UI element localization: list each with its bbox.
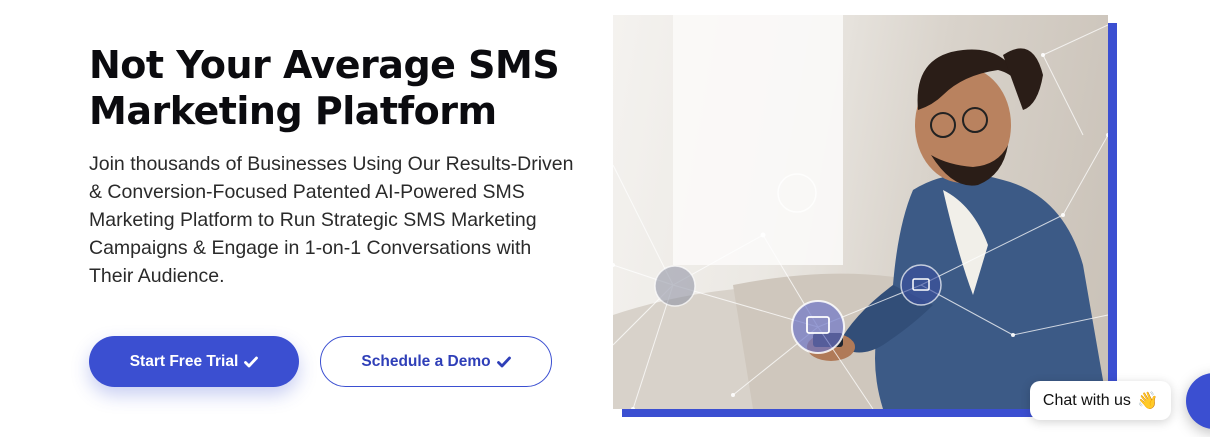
hero-subtitle: Join thousands of Businesses Using Our R… [89,153,574,287]
hero-title: Not Your Average SMS Marketing Platform [89,43,560,133]
schedule-demo-button[interactable]: Schedule a Demo [320,336,552,387]
hero-photo [613,15,1108,409]
waving-hand-icon: 👋 [1136,390,1159,410]
chat-launcher-button[interactable] [1186,373,1210,429]
check-icon [496,356,511,368]
check-icon [244,356,259,368]
start-free-trial-label: Start Free Trial [129,352,239,370]
hero-image-container [613,15,1117,417]
start-free-trial-button[interactable]: Start Free Trial [89,336,299,387]
chat-with-us-bubble[interactable]: Chat with us 👋 [1030,381,1171,420]
chat-bubble-label: Chat with us [1042,391,1131,409]
schedule-demo-label: Schedule a Demo [361,352,491,370]
